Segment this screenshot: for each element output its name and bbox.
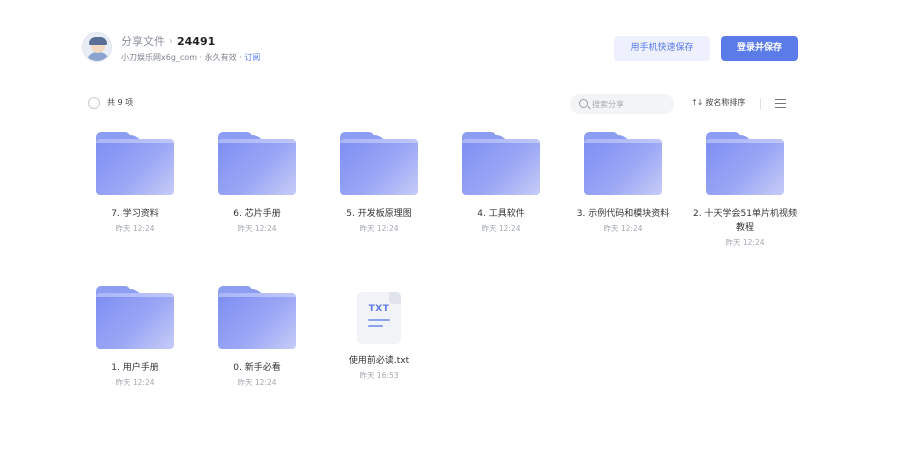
item-name: 0. 新手必看: [233, 363, 281, 373]
folder-icon: [96, 286, 174, 350]
share-header: 分享文件 › 24491 小刀娱乐网x6g_com · 永久有效 · 订阅 用手…: [82, 32, 798, 68]
breadcrumb: 分享文件 › 24491: [121, 33, 215, 49]
txt-file-icon: TXT: [357, 292, 401, 344]
folder-item[interactable]: 6. 芯片手册 昨天 12:24: [196, 126, 318, 234]
subscribe-link[interactable]: 订阅: [244, 53, 260, 62]
item-date: 昨天 12:24: [115, 378, 155, 387]
validity-text: · 永久有效 ·: [199, 53, 242, 62]
folder-icon: [218, 132, 296, 196]
item-name: 2. 十天学会51单片机视频教程: [693, 209, 797, 233]
folder-icon: [218, 286, 296, 350]
search-input[interactable]: [592, 97, 668, 111]
login-and-save-button[interactable]: 登录并保存: [721, 36, 798, 61]
folder-item[interactable]: 7. 学习资料 昨天 12:24: [74, 126, 196, 234]
avatar-hair: [89, 37, 107, 45]
share-meta: 小刀娱乐网x6g_com · 永久有效 · 订阅: [121, 52, 260, 63]
folder-icon: [96, 132, 174, 196]
item-name: 4. 工具软件: [477, 209, 525, 219]
item-date: 昨天 12:24: [481, 224, 521, 233]
item-count: 共 9 项: [107, 98, 134, 107]
breadcrumb-separator-icon: ›: [169, 35, 173, 47]
folder-item[interactable]: 1. 用户手册 昨天 12:24: [74, 280, 196, 388]
owner-name: 小刀娱乐网x6g_com: [121, 53, 197, 62]
sort-button[interactable]: ↑↓ 按名称排序: [691, 97, 745, 108]
select-all-checkbox[interactable]: [88, 97, 100, 109]
item-date: 昨天 12:24: [359, 224, 399, 233]
sort-icon: ↑↓: [691, 98, 703, 107]
item-name: 5. 开发板原理图: [346, 209, 412, 219]
item-date: 昨天 12:24: [725, 238, 765, 247]
save-by-phone-button[interactable]: 用手机快速保存: [614, 36, 710, 61]
folder-icon: [340, 132, 418, 196]
item-name: 6. 芯片手册: [233, 209, 281, 219]
file-item[interactable]: TXT 使用前必读.txt 昨天 16:53: [318, 280, 440, 381]
item-date: 昨天 12:24: [237, 378, 277, 387]
item-date: 昨天 12:24: [115, 224, 155, 233]
folder-item[interactable]: 2. 十天学会51单片机视频教程 昨天 12:24: [684, 126, 806, 248]
folder-item[interactable]: 5. 开发板原理图 昨天 12:24: [318, 126, 440, 234]
folder-item[interactable]: 0. 新手必看 昨天 12:24: [196, 280, 318, 388]
search-icon: [579, 99, 588, 108]
item-name: 3. 示例代码和模块资料: [576, 209, 670, 219]
list-view-icon[interactable]: [775, 99, 786, 108]
breadcrumb-parent[interactable]: 分享文件: [121, 33, 165, 49]
avatar-body: [87, 52, 109, 61]
item-date: 昨天 16:53: [359, 371, 399, 380]
page-title: 24491: [177, 34, 216, 48]
sort-label: 按名称排序: [705, 98, 746, 107]
folder-icon: [584, 132, 662, 196]
txt-icon-label: TXT: [368, 304, 390, 314]
file-toolbar: 共 9 项 ↑↓按名称排序: [88, 94, 794, 114]
folder-item[interactable]: 3. 示例代码和模块资料 昨天 12:24: [562, 126, 684, 234]
item-date: 昨天 12:24: [603, 224, 643, 233]
item-name: 使用前必读.txt: [348, 356, 410, 366]
toolbar-divider: [760, 98, 761, 110]
folder-icon: [706, 132, 784, 196]
user-avatar[interactable]: [82, 32, 112, 62]
folder-icon: [462, 132, 540, 196]
search-box[interactable]: [570, 94, 674, 114]
item-name: 7. 学习资料: [111, 209, 159, 219]
item-name: 1. 用户手册: [111, 363, 159, 373]
folder-item[interactable]: 4. 工具软件 昨天 12:24: [440, 126, 562, 234]
item-date: 昨天 12:24: [237, 224, 277, 233]
